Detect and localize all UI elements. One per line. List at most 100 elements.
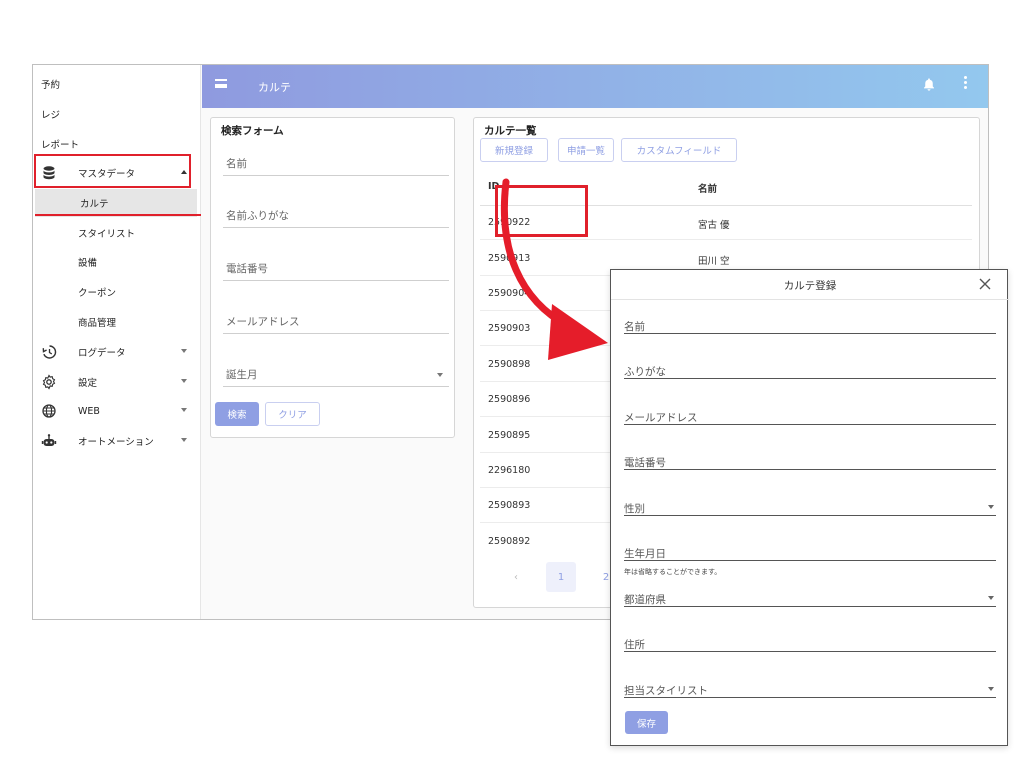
field-label: 名前ふりがな [226,210,289,222]
sidebar-item-products[interactable]: 商品管理 [33,308,201,336]
dialog-kana-field[interactable]: ふりがな [624,359,996,379]
row-id: 2590892 [488,536,531,547]
sidebar-item-label: WEB [78,405,100,417]
birthdate-hint: 年は省略することができます。 [624,568,722,576]
menu-icon[interactable] [215,79,227,88]
application-list-button[interactable]: 申請一覧 [558,138,614,162]
highlight-underline-karte [35,214,201,216]
field-label: 住所 [624,639,645,651]
sidebar-item-label: 設定 [78,378,98,389]
sidebar-item-label: スタイリスト [78,229,136,240]
sidebar: 予約 レジ レポート マスタデータ カルテ スタイリスト 設備 クーポン 商品管… [33,65,201,619]
chevron-down-icon [181,379,187,383]
sidebar-item-equipment[interactable]: 設備 [33,248,201,276]
dialog-title: カルテ登録 [783,280,837,292]
field-label: 電話番号 [624,457,666,469]
dialog-stylist-select[interactable]: 担当スタイリスト [624,678,996,698]
search-form-title: 検索フォーム [221,125,284,137]
gear-icon [42,374,56,390]
field-label: 生年月日 [624,548,666,560]
sidebar-item-automation[interactable]: オートメーション [33,427,201,455]
chevron-down-icon [181,349,187,353]
sidebar-item-label: ログデータ [78,348,126,359]
sidebar-item-settings[interactable]: 設定 [33,368,201,396]
dialog-header-divider [611,299,1009,300]
list-title: カルテ一覧 [484,125,537,137]
more-vert-icon[interactable] [964,76,968,90]
new-register-button[interactable]: 新規登録 [480,138,548,162]
field-label: メールアドレス [226,316,300,328]
search-name-field[interactable]: 名前 [223,138,449,176]
field-label: 名前 [226,158,247,170]
row-id: 2590898 [488,359,531,370]
sidebar-item-register[interactable]: レジ [33,100,201,128]
sidebar-item-label: レポート [41,140,80,151]
sidebar-item-label: 設備 [78,258,98,269]
sidebar-item-label: カルテ [80,199,109,210]
search-kana-field[interactable]: 名前ふりがな [223,190,449,228]
search-form-card: 検索フォーム 名前 名前ふりがな 電話番号 メールアドレス 誕生月 検索 クリア [210,117,455,438]
dialog-name-field[interactable]: 名前 [624,314,996,334]
sidebar-item-log-data[interactable]: ログデータ [33,338,201,366]
pagination-prev[interactable]: ‹ [501,562,531,592]
row-id: 2590896 [488,394,531,405]
highlight-new-register [495,185,588,237]
search-phone-field[interactable]: 電話番号 [223,243,449,281]
search-email-field[interactable]: メールアドレス [223,296,449,334]
sidebar-item-label: 商品管理 [78,318,117,329]
robot-icon [41,434,57,446]
chevron-down-icon [988,505,994,509]
sidebar-item-karte[interactable]: カルテ [35,189,197,217]
sidebar-item-web[interactable]: WEB [33,397,201,425]
sidebar-item-label: レジ [41,110,61,121]
globe-icon [42,404,56,418]
search-button[interactable]: 検索 [215,402,259,426]
chevron-down-icon [437,373,443,377]
column-header-name: 名前 [698,184,718,195]
karte-register-dialog: カルテ登録 名前 ふりがな メールアドレス 電話番号 性別 生年月日 年は省略す… [610,269,1009,746]
row-id: 2590893 [488,500,531,511]
dialog-phone-field[interactable]: 電話番号 [624,450,996,470]
dialog-birthdate-field[interactable]: 生年月日 [624,541,996,561]
row-id: 2590904 [488,288,531,299]
chevron-down-icon [988,596,994,600]
field-label: 名前 [624,321,645,333]
row-name: 田川 空 [698,256,730,267]
sidebar-item-coupon[interactable]: クーポン [33,278,201,306]
sidebar-item-label: クーポン [78,288,117,299]
chevron-down-icon [988,687,994,691]
close-icon[interactable] [978,277,992,291]
clear-button[interactable]: クリア [265,402,320,426]
dialog-email-field[interactable]: メールアドレス [624,405,996,425]
row-name: 宮古 優 [698,220,730,231]
page-title: カルテ [258,81,291,94]
field-label: 誕生月 [226,369,258,381]
row-id: 2590895 [488,430,531,441]
field-label: 都道府県 [624,594,666,606]
sidebar-item-label: オートメーション [78,437,154,448]
pagination-page-current[interactable]: 1 [546,562,576,592]
save-button[interactable]: 保存 [625,711,668,734]
field-label: 担当スタイリスト [624,685,708,697]
history-icon [42,345,57,359]
field-label: ふりがな [624,366,666,378]
dialog-prefecture-select[interactable]: 都道府県 [624,587,996,607]
sidebar-item-label: 予約 [41,80,61,91]
field-label: メールアドレス [624,412,698,424]
field-label: 電話番号 [226,263,268,275]
chevron-down-icon [181,408,187,412]
custom-field-button[interactable]: カスタムフィールド [621,138,737,162]
app-header: カルテ [202,65,988,108]
bell-icon[interactable] [922,77,936,91]
search-birth-month-select[interactable]: 誕生月 [223,349,449,387]
sidebar-item-stylist[interactable]: スタイリスト [33,219,201,247]
chevron-down-icon [181,438,187,442]
row-id: 2590903 [488,323,531,334]
dialog-address-field[interactable]: 住所 [624,632,996,652]
dialog-gender-select[interactable]: 性別 [624,496,996,516]
field-label: 性別 [624,503,645,515]
highlight-master-data [34,154,191,188]
sidebar-item-reservation[interactable]: 予約 [33,70,201,98]
row-id: 2590913 [488,253,531,264]
row-id: 2296180 [488,465,531,476]
